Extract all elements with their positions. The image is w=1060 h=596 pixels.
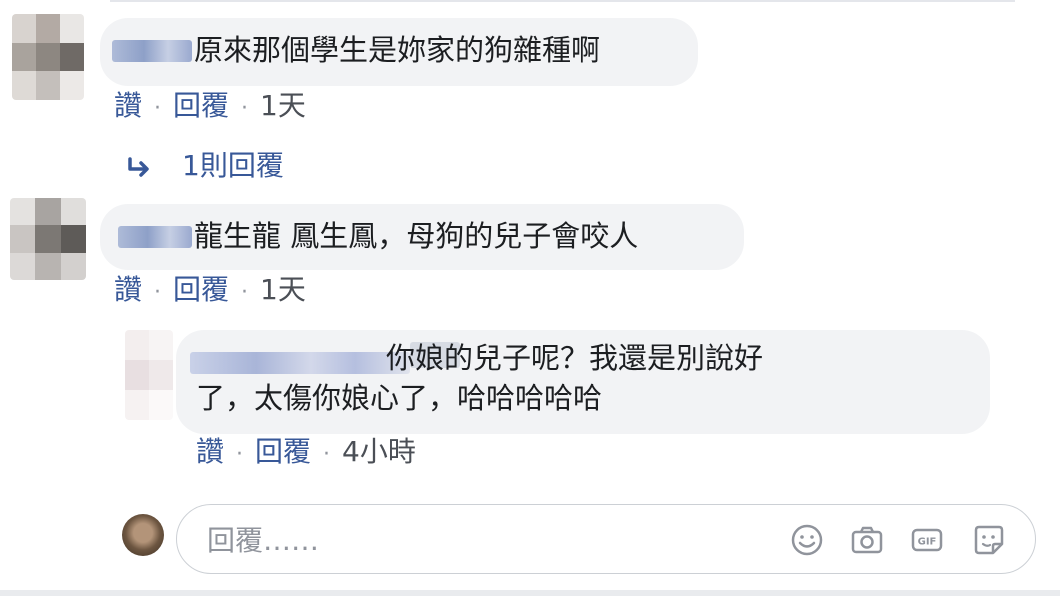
reply-link[interactable]: 回覆 — [255, 435, 311, 468]
comment-actions: 讚 · 回覆 · 1天 — [114, 272, 306, 311]
reply-bubble: 你娘的兒子呢？我還是別說好 了，太傷你娘心了，哈哈哈哈哈 — [176, 330, 990, 434]
view-replies-link[interactable]: 1則回覆 — [126, 148, 284, 184]
separator-dot: · — [154, 96, 162, 121]
comment-text: 原來那個學生是妳家的狗雜種啊 — [194, 33, 601, 67]
reply-input[interactable] — [205, 519, 729, 561]
separator-dot: · — [236, 442, 244, 467]
comment-actions: 讚 · 回覆 · 1天 — [114, 88, 306, 127]
like-link[interactable]: 讚 — [114, 273, 142, 306]
author-name-redacted[interactable] — [190, 352, 410, 374]
camera-icon[interactable] — [849, 522, 885, 558]
author-name-redacted[interactable] — [118, 226, 192, 248]
timestamp[interactable]: 1天 — [260, 89, 306, 122]
timestamp[interactable]: 4小時 — [342, 435, 416, 468]
author-name-redacted[interactable] — [112, 40, 192, 62]
reply-arrow-icon — [128, 157, 149, 177]
emoji-icon[interactable] — [789, 522, 825, 558]
avatar[interactable] — [12, 14, 84, 100]
reply-link[interactable]: 回覆 — [173, 273, 229, 306]
like-link[interactable]: 讚 — [196, 435, 224, 468]
sticker-icon[interactable] — [971, 522, 1007, 558]
reply-link[interactable]: 回覆 — [173, 89, 229, 122]
avatar[interactable] — [10, 198, 86, 280]
comment-bubble: 原來那個學生是妳家的狗雜種啊 — [100, 18, 698, 86]
current-user-avatar[interactable] — [122, 514, 164, 556]
reply-composer[interactable]: GIF — [176, 504, 1036, 574]
timestamp[interactable]: 1天 — [260, 273, 306, 306]
reply-text-line2: 了，太傷你娘心了，哈哈哈哈哈 — [196, 381, 603, 415]
comment-bubble: 龍生龍 鳳生鳳，母狗的兒子會咬人 — [100, 204, 744, 270]
separator-dot: · — [323, 442, 331, 467]
reply-text-line1: 你娘的兒子呢？我還是別說好 — [386, 341, 764, 375]
like-link[interactable]: 讚 — [114, 89, 142, 122]
comment-text: 龍生龍 鳳生鳳，母狗的兒子會咬人 — [194, 219, 639, 253]
separator-dot: · — [241, 280, 249, 305]
separator-dot: · — [154, 280, 162, 305]
replies-count-label[interactable]: 1則回覆 — [182, 149, 284, 182]
avatar[interactable] — [125, 330, 173, 420]
svg-text:GIF: GIF — [918, 537, 937, 548]
divider-bottom — [0, 590, 1060, 596]
reply-actions: 讚 · 回覆 · 4小時 — [196, 434, 416, 473]
gif-icon[interactable]: GIF — [909, 522, 945, 558]
separator-dot: · — [241, 96, 249, 121]
divider-top — [110, 0, 1015, 2]
